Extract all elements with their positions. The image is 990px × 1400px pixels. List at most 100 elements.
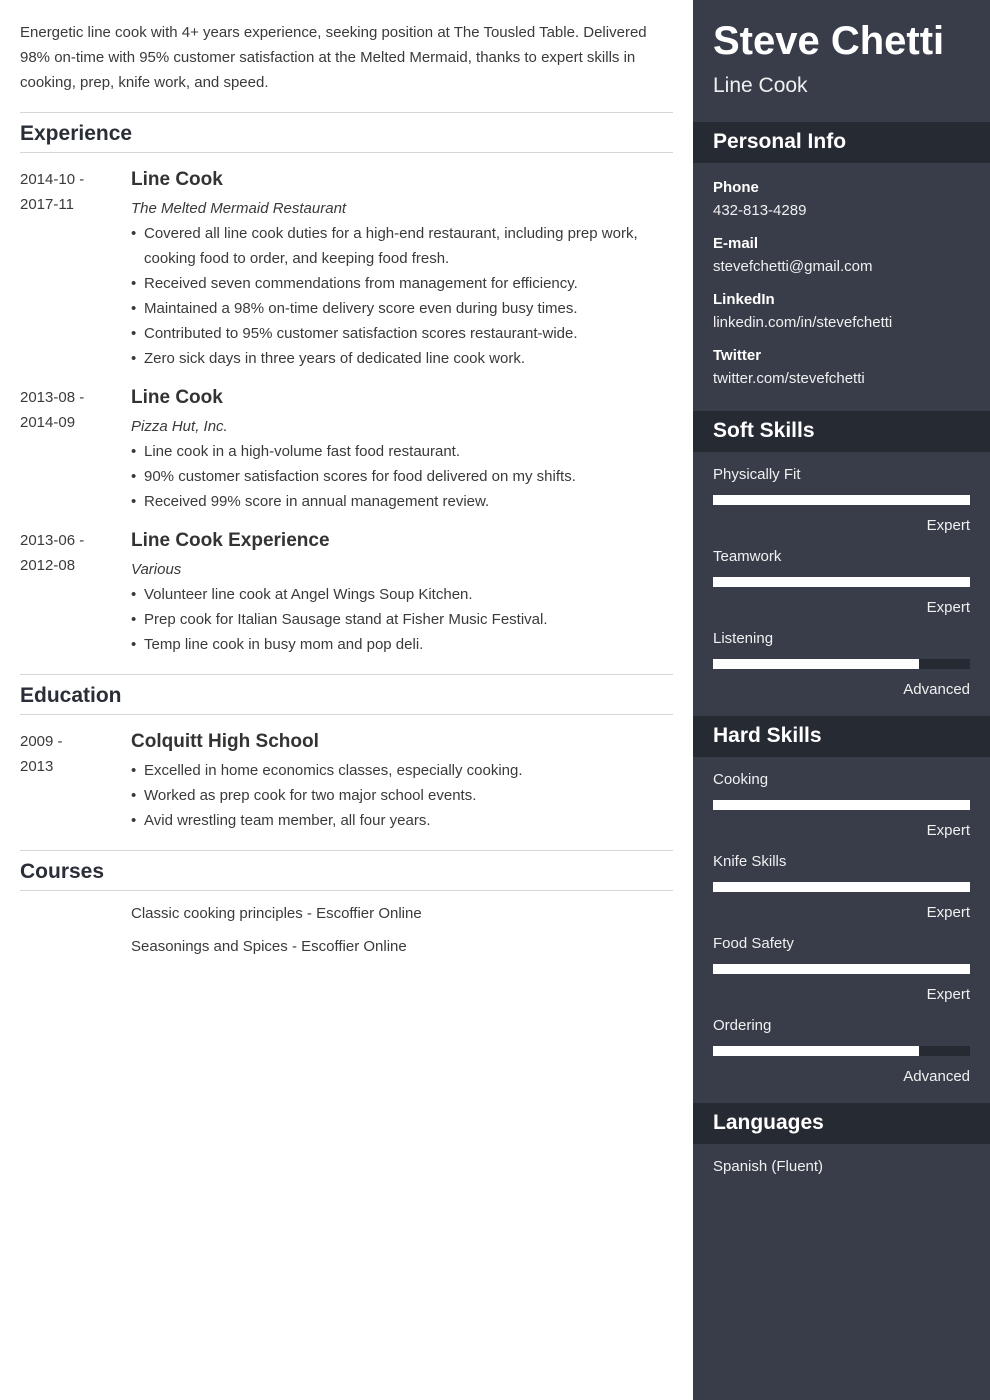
bullet-item: Volunteer line cook at Angel Wings Soup … xyxy=(131,582,673,607)
info-label: LinkedIn xyxy=(713,291,775,308)
skill-name: Food Safety xyxy=(713,935,794,952)
skill-bar-fill xyxy=(713,964,970,974)
hard-skills: Cooking Expert Knife Skills Expert Food … xyxy=(693,757,990,1103)
skill-bar xyxy=(713,1046,970,1056)
skill-item: Knife Skills Expert xyxy=(713,849,970,925)
sidebar: Steve Chetti Line Cook Personal Info Pho… xyxy=(693,0,990,1400)
skill-bar-fill xyxy=(713,882,970,892)
entry-dates: 2009 - 2013 xyxy=(20,729,131,833)
bullet-item: Excelled in home economics classes, espe… xyxy=(131,758,673,783)
skill-item: Ordering Advanced xyxy=(713,1013,970,1089)
date-end: 2017-11 xyxy=(20,196,74,213)
employer: The Melted Mermaid Restaurant xyxy=(131,200,347,217)
bullet-list: Line cook in a high-volume fast food res… xyxy=(131,439,673,514)
skill-level: Expert xyxy=(926,986,970,1003)
skill-name: Physically Fit xyxy=(713,466,801,483)
entry-dates: 2014-10 - 2017-11 xyxy=(20,167,131,371)
skill-name: Listening xyxy=(713,630,774,647)
skill-bar xyxy=(713,495,970,505)
soft-skills: Physically Fit Expert Teamwork Expert Li… xyxy=(693,452,990,716)
employer: Pizza Hut, Inc. xyxy=(131,418,228,435)
skill-item: Physically Fit Expert xyxy=(713,462,970,538)
date-end: 2012-08 xyxy=(20,557,76,574)
employer: Various xyxy=(131,561,182,578)
education-entry: 2009 - 2013 Colquitt High School Excelle… xyxy=(20,729,673,833)
skill-bar-fill xyxy=(713,659,919,669)
courses-list: Classic cooking principles - Escoffier O… xyxy=(20,901,673,959)
bullet-item: Received 99% score in annual management … xyxy=(131,489,673,514)
job-title: Line Cook xyxy=(131,169,223,190)
experience-entry: 2013-08 - 2014-09 Line Cook Pizza Hut, I… xyxy=(20,385,673,514)
skill-bar-fill xyxy=(713,495,970,505)
bullet-item: Contributed to 95% customer satisfaction… xyxy=(131,321,673,346)
phone-value: 432-813-4289 xyxy=(713,202,807,219)
section-title-hard-skills: Hard Skills xyxy=(693,716,990,757)
skill-name: Teamwork xyxy=(713,548,782,565)
skill-bar-fill xyxy=(713,577,970,587)
experience-entry: 2013-06 - 2012-08 Line Cook Experience V… xyxy=(20,528,673,657)
skill-level: Expert xyxy=(926,904,970,921)
skill-bar xyxy=(713,659,970,669)
skill-name: Knife Skills xyxy=(713,853,787,870)
skill-level: Advanced xyxy=(903,1068,970,1085)
date-start: 2013-06 - xyxy=(20,532,85,549)
bullet-list: Covered all line cook duties for a high-… xyxy=(131,221,673,371)
info-label: Twitter xyxy=(713,347,762,364)
date-start: 2013-08 - xyxy=(20,389,85,406)
skill-name: Cooking xyxy=(713,771,769,788)
bullet-list: Excelled in home economics classes, espe… xyxy=(131,758,673,833)
bullet-item: Avid wrestling team member, all four yea… xyxy=(131,808,673,833)
date-end: 2014-09 xyxy=(20,414,76,431)
course-item: Seasonings and Spices - Escoffier Online xyxy=(131,938,407,955)
bullet-item: Temp line cook in busy mom and pop deli. xyxy=(131,632,673,657)
bullet-item: Worked as prep cook for two major school… xyxy=(131,783,673,808)
candidate-role: Line Cook xyxy=(713,74,808,97)
language-item: Spanish (Fluent) xyxy=(713,1158,824,1175)
entry-dates: 2013-06 - 2012-08 xyxy=(20,528,131,657)
bullet-item: Received seven commendations from manage… xyxy=(131,271,673,296)
date-end: 2013 xyxy=(20,758,54,775)
date-start: 2009 - xyxy=(20,733,63,750)
course-item: Classic cooking principles - Escoffier O… xyxy=(131,905,422,922)
main-column: Energetic line cook with 4+ years experi… xyxy=(0,0,693,1400)
bullet-item: Line cook in a high-volume fast food res… xyxy=(131,439,673,464)
skill-level: Expert xyxy=(926,599,970,616)
skill-item: Listening Advanced xyxy=(713,626,970,702)
skill-bar xyxy=(713,800,970,810)
section-title-courses: Courses xyxy=(20,850,673,891)
skill-name: Ordering xyxy=(713,1017,772,1034)
skill-level: Expert xyxy=(926,517,970,534)
section-title-soft-skills: Soft Skills xyxy=(693,411,990,452)
bullet-item: Maintained a 98% on-time delivery score … xyxy=(131,296,673,321)
section-title-personal-info: Personal Info xyxy=(693,122,990,163)
skill-item: Cooking Expert xyxy=(713,767,970,843)
skill-level: Expert xyxy=(926,822,970,839)
skill-bar xyxy=(713,964,970,974)
twitter-value: twitter.com/stevefchetti xyxy=(713,370,865,387)
skill-bar xyxy=(713,882,970,892)
personal-info: Phone 432-813-4289 E-mail stevefchetti@g… xyxy=(693,163,990,411)
job-title: Line Cook xyxy=(131,387,223,408)
bullet-item: Covered all line cook duties for a high-… xyxy=(131,221,673,271)
experience-entry: 2014-10 - 2017-11 Line Cook The Melted M… xyxy=(20,167,673,371)
info-label: E-mail xyxy=(713,235,759,252)
skill-item: Teamwork Expert xyxy=(713,544,970,620)
date-start: 2014-10 - xyxy=(20,171,85,188)
skill-bar xyxy=(713,577,970,587)
linkedin-value: linkedin.com/in/stevefchetti xyxy=(713,314,893,331)
section-title-languages: Languages xyxy=(693,1103,990,1144)
email-value: stevefchetti@gmail.com xyxy=(713,258,873,275)
bullet-item: Prep cook for Italian Sausage stand at F… xyxy=(131,607,673,632)
entry-dates: 2013-08 - 2014-09 xyxy=(20,385,131,514)
skill-item: Food Safety Expert xyxy=(713,931,970,1007)
languages: Spanish (Fluent) xyxy=(693,1144,990,1190)
bullet-list: Volunteer line cook at Angel Wings Soup … xyxy=(131,582,673,657)
skill-bar-fill xyxy=(713,1046,919,1056)
info-label: Phone xyxy=(713,179,759,196)
bullet-item: Zero sick days in three years of dedicat… xyxy=(131,346,673,371)
job-title: Line Cook Experience xyxy=(131,530,330,551)
candidate-name: Steve Chetti xyxy=(713,19,945,63)
section-title-experience: Experience xyxy=(20,112,673,153)
bullet-item: 90% customer satisfaction scores for foo… xyxy=(131,464,673,489)
summary: Energetic line cook with 4+ years experi… xyxy=(20,24,647,91)
